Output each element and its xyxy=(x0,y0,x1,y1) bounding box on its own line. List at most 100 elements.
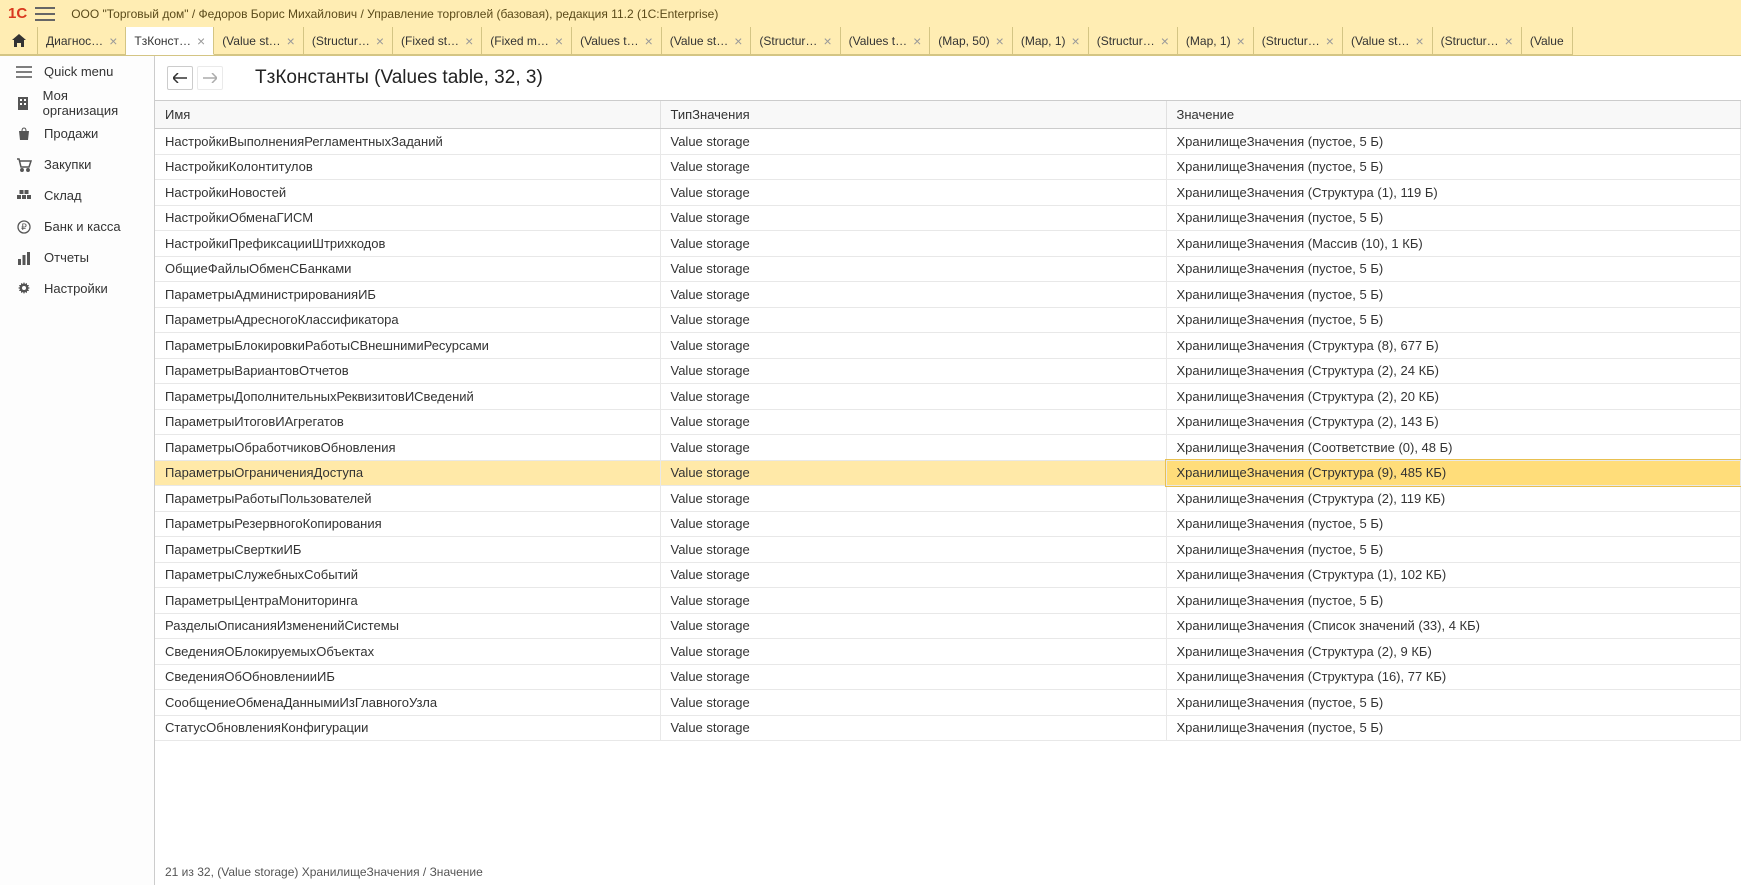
close-icon[interactable]: × xyxy=(465,34,473,48)
table-container[interactable]: Имя ТипЗначения Значение НастройкиВыполн… xyxy=(155,100,1741,861)
table-row[interactable]: ПараметрыРезервногоКопированияValue stor… xyxy=(155,511,1741,537)
tab-6[interactable]: (Values t… × xyxy=(572,27,662,55)
sidebar-item-bag[interactable]: Продажи xyxy=(0,118,154,149)
cell-type: Value storage xyxy=(660,384,1166,410)
table-row[interactable]: ПараметрыСлужебныхСобытийValue storageХр… xyxy=(155,562,1741,588)
sidebar-item-chart[interactable]: Отчеты xyxy=(0,242,154,273)
close-icon[interactable]: × xyxy=(376,34,384,48)
tab-label: (Map, 1) xyxy=(1021,34,1066,48)
table-row[interactable]: ПараметрыИтоговИАгрегатовValue storageХр… xyxy=(155,409,1741,435)
tab-10[interactable]: (Map, 50)× xyxy=(930,27,1013,55)
close-icon[interactable]: × xyxy=(734,34,742,48)
table-row[interactable]: СведенияОбОбновленииИБValue storageХрани… xyxy=(155,664,1741,690)
close-icon[interactable]: × xyxy=(109,34,117,48)
tab-label: (Value st… xyxy=(222,34,280,48)
menu-icon[interactable] xyxy=(35,7,55,21)
tabs-bar: Диагнос…×ТзКонст…×(Value st…×(Structur…×… xyxy=(0,27,1741,56)
table-row[interactable]: ПараметрыДополнительныхРеквизитовИСведен… xyxy=(155,384,1741,410)
cell-value: ХранилищеЗначения (Структура (2), 20 КБ) xyxy=(1166,384,1741,410)
nav-forward-button[interactable] xyxy=(197,66,223,90)
table-row[interactable]: ПараметрыОбработчиковОбновленияValue sto… xyxy=(155,435,1741,461)
tab-label: (Values t… xyxy=(580,34,638,48)
tab-2[interactable]: (Value st… × xyxy=(214,27,304,55)
tab-8[interactable]: (Structur…× xyxy=(751,27,840,55)
tab-1[interactable]: ТзКонст…× xyxy=(126,27,214,55)
sidebar-item-ruble[interactable]: ₽Банк и касса xyxy=(0,211,154,242)
table-row[interactable]: СтатусОбновленияКонфигурацииValue storag… xyxy=(155,715,1741,741)
col-header-type[interactable]: ТипЗначения xyxy=(660,101,1166,129)
table-row[interactable]: ПараметрыСверткиИБValue storageХранилище… xyxy=(155,537,1741,563)
close-icon[interactable]: × xyxy=(1161,34,1169,48)
table-row[interactable]: ПараметрыРаботыПользователейValue storag… xyxy=(155,486,1741,512)
sidebar-item-cart[interactable]: Закупки xyxy=(0,149,154,180)
cell-value: ХранилищеЗначения (Список значений (33),… xyxy=(1166,613,1741,639)
close-icon[interactable]: × xyxy=(197,34,205,48)
table-row[interactable]: СведенияОБлокируемыхОбъектахValue storag… xyxy=(155,639,1741,665)
tab-14[interactable]: (Structur…× xyxy=(1254,27,1343,55)
table-row[interactable]: НастройкиНовостейValue storageХранилищеЗ… xyxy=(155,180,1741,206)
table-row[interactable]: ПараметрыАдминистрированияИБValue storag… xyxy=(155,282,1741,308)
table-row[interactable]: ПараметрыОграниченияДоступаValue storage… xyxy=(155,460,1741,486)
close-icon[interactable]: × xyxy=(913,34,921,48)
cell-name: РазделыОписанияИзмененийСистемы xyxy=(155,613,660,639)
table-row[interactable]: ОбщиеФайлыОбменСБанкамиValue storageХран… xyxy=(155,256,1741,282)
close-icon[interactable]: × xyxy=(1415,34,1423,48)
tab-3[interactable]: (Structur…× xyxy=(304,27,393,55)
nav-back-button[interactable] xyxy=(167,66,193,90)
sidebar-item-label: Продажи xyxy=(44,126,98,141)
home-tab[interactable] xyxy=(0,27,38,55)
tab-13[interactable]: (Map, 1)× xyxy=(1178,27,1254,55)
table-row[interactable]: ПараметрыБлокировкиРаботыСВнешнимиРесурс… xyxy=(155,333,1741,359)
col-header-value[interactable]: Значение xyxy=(1166,101,1741,129)
table-row[interactable]: НастройкиОбменаГИСМValue storageХранилищ… xyxy=(155,205,1741,231)
cell-name: ПараметрыИтоговИАгрегатов xyxy=(155,409,660,435)
cell-name: ОбщиеФайлыОбменСБанками xyxy=(155,256,660,282)
close-icon[interactable]: × xyxy=(287,34,295,48)
table-row[interactable]: НастройкиВыполненияРегламентныхЗаданийVa… xyxy=(155,129,1741,155)
close-icon[interactable]: × xyxy=(645,34,653,48)
cell-type: Value storage xyxy=(660,613,1166,639)
close-icon[interactable]: × xyxy=(1505,34,1513,48)
tab-17[interactable]: (Value xyxy=(1522,27,1573,55)
cell-value: ХранилищеЗначения (пустое, 5 Б) xyxy=(1166,511,1741,537)
tab-15[interactable]: (Value st…× xyxy=(1343,27,1433,55)
building-icon xyxy=(14,96,33,110)
cell-value: ХранилищеЗначения (Структура (16), 77 КБ… xyxy=(1166,664,1741,690)
menu-icon xyxy=(14,66,34,78)
cell-value: ХранилищеЗначения (пустое, 5 Б) xyxy=(1166,129,1741,155)
sidebar-item-menu[interactable]: Quick menu xyxy=(0,56,154,87)
cell-name: ПараметрыБлокировкиРаботыСВнешнимиРесурс… xyxy=(155,333,660,359)
col-header-name[interactable]: Имя xyxy=(155,101,660,129)
cell-value: ХранилищеЗначения (пустое, 5 Б) xyxy=(1166,282,1741,308)
close-icon[interactable]: × xyxy=(555,34,563,48)
close-icon[interactable]: × xyxy=(1072,34,1080,48)
cell-type: Value storage xyxy=(660,282,1166,308)
tab-label: (Fixed st… xyxy=(401,34,459,48)
tab-9[interactable]: (Values t…× xyxy=(841,27,931,55)
table-row[interactable]: ПараметрыЦентраМониторингаValue storageХ… xyxy=(155,588,1741,614)
table-row[interactable]: ПараметрыАдресногоКлассификатораValue st… xyxy=(155,307,1741,333)
tab-0[interactable]: Диагнос…× xyxy=(38,27,126,55)
table-row[interactable]: СообщениеОбменаДаннымиИзГлавногоУзлаValu… xyxy=(155,690,1741,716)
close-icon[interactable]: × xyxy=(1237,34,1245,48)
sidebar-item-label: Отчеты xyxy=(44,250,89,265)
table-row[interactable]: ПараметрыВариантовОтчетовValue storageХр… xyxy=(155,358,1741,384)
sidebar-item-building[interactable]: Моя организация xyxy=(0,87,154,118)
table-row[interactable]: НастройкиПрефиксацииШтрихкодовValue stor… xyxy=(155,231,1741,257)
close-icon[interactable]: × xyxy=(1326,34,1334,48)
close-icon[interactable]: × xyxy=(996,34,1004,48)
table-row[interactable]: РазделыОписанияИзмененийСистемыValue sto… xyxy=(155,613,1741,639)
tab-11[interactable]: (Map, 1) × xyxy=(1013,27,1089,55)
sidebar-item-gear[interactable]: Настройки xyxy=(0,273,154,304)
tab-7[interactable]: (Value st…× xyxy=(662,27,752,55)
sidebar-item-warehouse[interactable]: Склад xyxy=(0,180,154,211)
table-row[interactable]: НастройкиКолонтитуловValue storageХранил… xyxy=(155,154,1741,180)
tab-5[interactable]: (Fixed m…× xyxy=(482,27,572,55)
tab-4[interactable]: (Fixed st… × xyxy=(393,27,482,55)
tab-12[interactable]: (Structur…× xyxy=(1089,27,1178,55)
tab-16[interactable]: (Structur…× xyxy=(1433,27,1522,55)
cell-type: Value storage xyxy=(660,358,1166,384)
cell-type: Value storage xyxy=(660,537,1166,563)
bag-icon xyxy=(14,127,34,141)
close-icon[interactable]: × xyxy=(823,34,831,48)
